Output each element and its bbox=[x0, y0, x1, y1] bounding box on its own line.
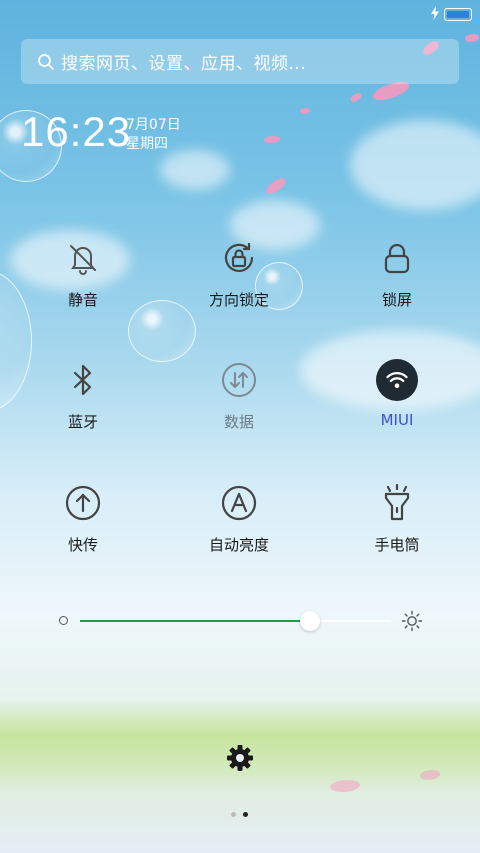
toggle-rotation-lock[interactable]: 方向锁定 bbox=[179, 237, 299, 310]
brightness-track[interactable] bbox=[80, 611, 391, 631]
upload-icon bbox=[62, 482, 104, 524]
mobile-data-icon bbox=[218, 359, 260, 401]
toggle-label: 数据 bbox=[223, 413, 254, 431]
toggle-wifi[interactable]: MIUI bbox=[337, 359, 457, 429]
toggle-bluetooth[interactable]: 蓝牙 bbox=[23, 359, 143, 432]
brightness-high-icon bbox=[401, 610, 423, 636]
wifi-icon bbox=[376, 359, 418, 401]
charging-icon bbox=[430, 5, 440, 24]
toggle-label: 静音 bbox=[67, 291, 98, 309]
toggle-label: 自动亮度 bbox=[208, 536, 269, 554]
gear-icon bbox=[226, 745, 254, 776]
toggle-label: 蓝牙 bbox=[67, 413, 98, 431]
page-dot-active bbox=[243, 812, 248, 817]
weekday-label: 星期四 bbox=[126, 136, 168, 152]
rotation-lock-icon bbox=[218, 237, 260, 279]
search-placeholder: 搜索网页、设置、应用、视频... bbox=[61, 54, 307, 74]
page-dot bbox=[231, 812, 236, 817]
toggle-label: 锁屏 bbox=[381, 291, 412, 309]
toggle-label: MIUI bbox=[380, 411, 414, 429]
page-indicator bbox=[231, 812, 248, 817]
clock-time: 16:23 bbox=[21, 108, 132, 155]
toggle-label: 快传 bbox=[67, 536, 98, 554]
toggle-lock-screen[interactable]: 锁屏 bbox=[337, 237, 457, 310]
flashlight-icon bbox=[376, 482, 418, 524]
toggle-mute[interactable]: 静音 bbox=[23, 237, 143, 310]
brightness-fill bbox=[80, 620, 311, 622]
toggle-label: 手电筒 bbox=[374, 536, 420, 554]
status-bar bbox=[430, 5, 472, 24]
toggle-flashlight[interactable]: 手电筒 bbox=[337, 482, 457, 555]
settings-button[interactable] bbox=[226, 744, 254, 776]
brightness-thumb[interactable] bbox=[300, 611, 321, 631]
auto-brightness-icon bbox=[218, 482, 260, 524]
date-label: 7月07日 bbox=[126, 117, 181, 133]
toggle-label: 方向锁定 bbox=[208, 291, 269, 309]
bluetooth-icon bbox=[62, 359, 104, 401]
battery-icon bbox=[444, 8, 472, 21]
toggle-mobile-data[interactable]: 数据 bbox=[179, 359, 299, 432]
toggle-auto-brightness[interactable]: 自动亮度 bbox=[179, 482, 299, 555]
brightness-slider[interactable] bbox=[55, 605, 425, 639]
lock-icon bbox=[376, 237, 418, 279]
toggle-quick-share[interactable]: 快传 bbox=[23, 482, 143, 555]
bell-off-icon bbox=[62, 237, 104, 279]
search-icon bbox=[31, 53, 61, 71]
clock-date: 7月07日 星期四 bbox=[126, 116, 181, 154]
brightness-low-icon bbox=[59, 616, 68, 625]
search-bar[interactable]: 搜索网页、设置、应用、视频... bbox=[21, 39, 459, 84]
